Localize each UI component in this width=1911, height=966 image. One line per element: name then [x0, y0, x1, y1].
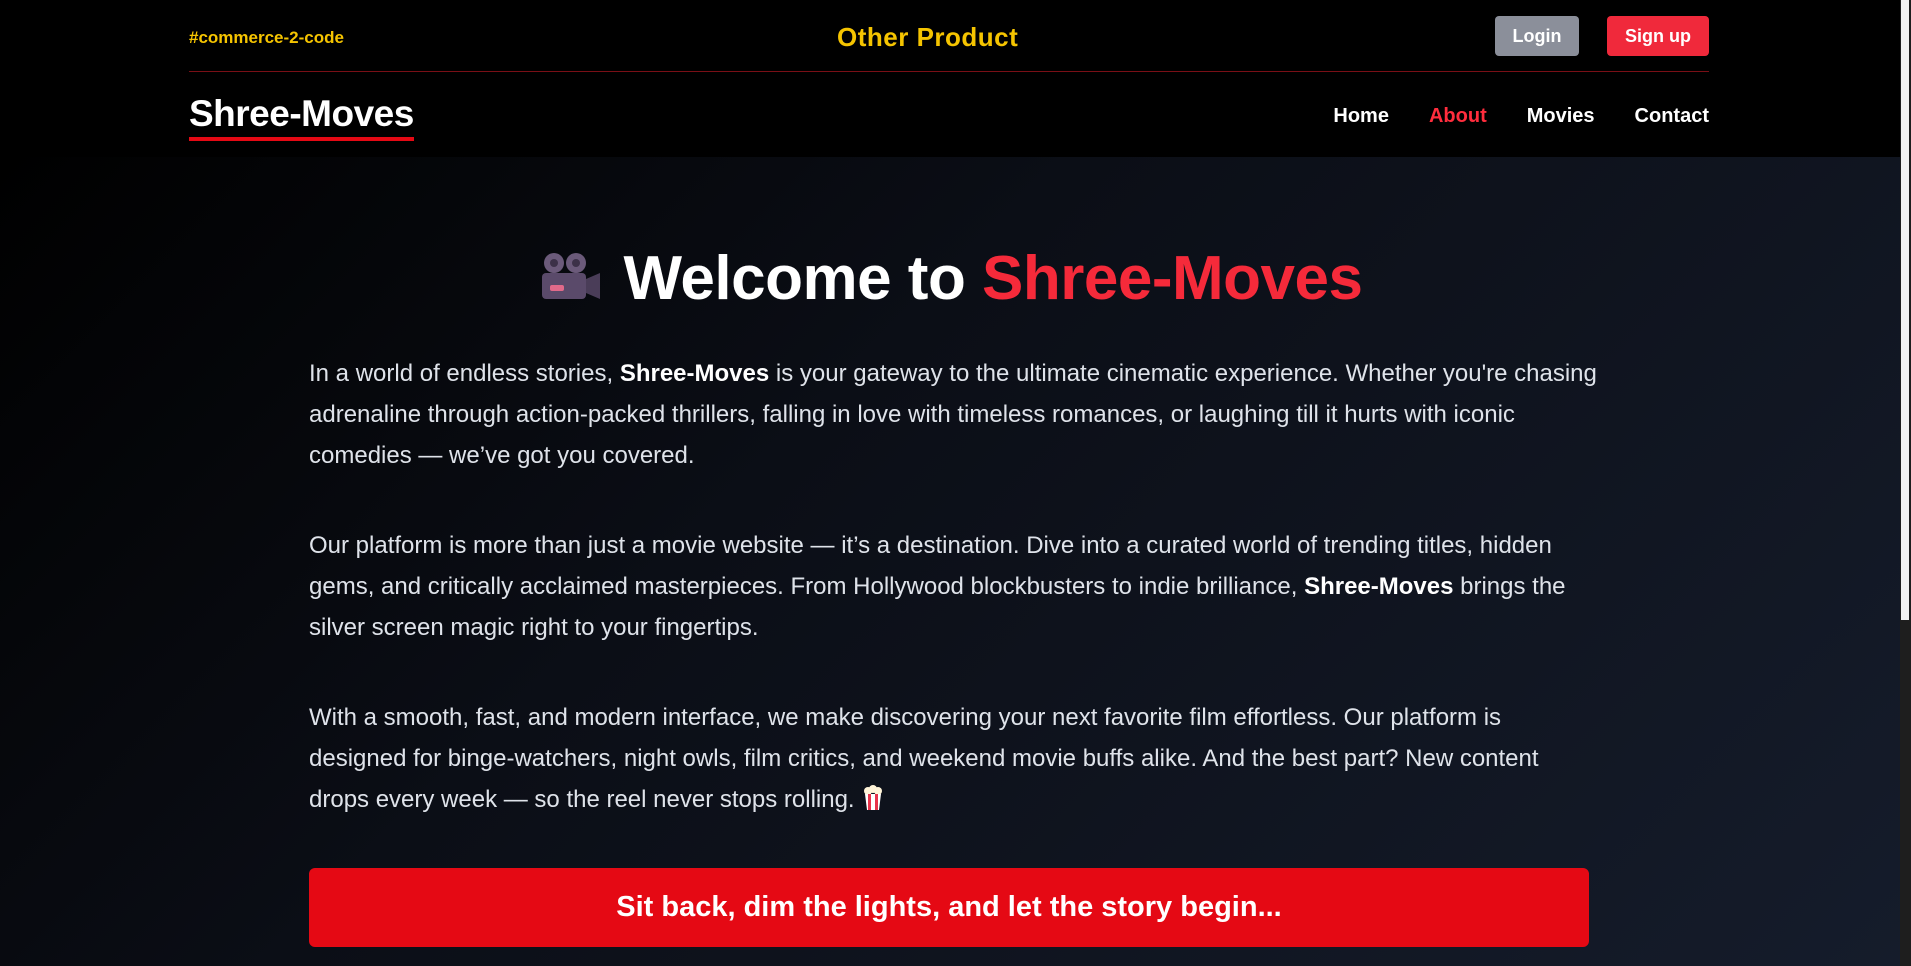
login-button[interactable]: Login: [1495, 16, 1579, 56]
nav-item-about[interactable]: About: [1429, 105, 1487, 128]
nav-item-home[interactable]: Home: [1333, 105, 1389, 128]
commerce-tag[interactable]: #commerce-2-code: [189, 28, 344, 48]
page-scrollbar[interactable]: [1900, 0, 1911, 966]
p1-text-start: In a world of endless stories,: [309, 360, 620, 387]
nav-item-contact[interactable]: Contact: [1635, 105, 1709, 128]
scrollbar-thumb[interactable]: [1901, 0, 1909, 620]
site-header: #commerce-2-code Other Product Login Sig…: [0, 0, 1900, 157]
about-paragraph-1: In a world of endless stories, Shree-Mov…: [309, 353, 1599, 476]
movie-camera-icon: [541, 253, 600, 299]
nav-item-movies[interactable]: Movies: [1527, 105, 1595, 128]
popcorn-icon: [863, 785, 882, 810]
welcome-brand: Shree-Moves: [982, 244, 1363, 313]
top-bar: #commerce-2-code Other Product Login Sig…: [189, 0, 1709, 72]
p2-brand: Shree-Moves: [1304, 573, 1454, 600]
p3-text: With a smooth, fast, and modern interfac…: [309, 704, 1539, 813]
about-content: In a world of endless stories, Shree-Mov…: [309, 353, 1599, 869]
main-nav: Home About Movies Contact: [1333, 105, 1709, 128]
other-product-link[interactable]: Other Product: [837, 22, 1018, 53]
about-paragraph-2: Our platform is more than just a movie w…: [309, 525, 1599, 648]
main-nav-row: Shree-Moves Home About Movies Contact: [189, 72, 1709, 157]
about-paragraph-3: With a smooth, fast, and modern interfac…: [309, 697, 1599, 820]
p1-brand: Shree-Moves: [619, 360, 770, 387]
welcome-prefix: Welcome to: [623, 244, 966, 313]
page-title: Welcome to Shree-Moves: [0, 243, 1900, 314]
signup-button[interactable]: Sign up: [1607, 16, 1709, 56]
page: #commerce-2-code Other Product Login Sig…: [0, 0, 1911, 966]
about-section: Welcome to Shree-Moves In a world of end…: [0, 157, 1900, 966]
cta-banner[interactable]: Sit back, dim the lights, and let the st…: [309, 868, 1589, 947]
site-logo[interactable]: Shree-Moves: [189, 95, 414, 141]
